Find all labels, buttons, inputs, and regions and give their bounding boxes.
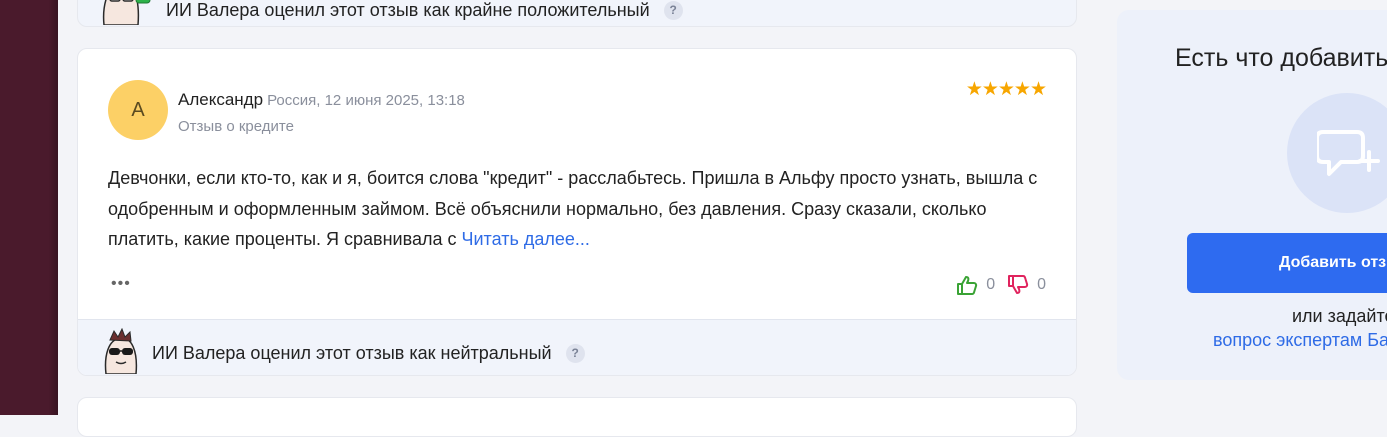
ask-question-text: или задайте <box>1292 306 1387 326</box>
add-review-title: Есть что добавить? <box>1175 44 1387 72</box>
review-subtitle-link[interactable]: Отзыв о кредите <box>178 118 294 135</box>
dislike-button[interactable]: 0 <box>1007 275 1046 295</box>
ai-valera-mascot-icon: $ <box>102 0 151 25</box>
ai-rating-row: $ ИИ Валера оценил этот отзыв как крайне… <box>96 0 683 25</box>
add-comment-illustration <box>1287 93 1387 213</box>
vote-controls: 0 0 <box>956 275 1046 295</box>
ai-valera-mascot-icon <box>104 328 138 374</box>
add-review-panel: Есть что добавить? Добавить отзыв или за… <box>1117 10 1387 380</box>
thumb-down-icon <box>1008 275 1029 294</box>
rating-stars: ★★★★★ <box>965 79 1047 100</box>
previous-review-card: $ ИИ Валера оценил этот отзыв как крайне… <box>77 0 1077 27</box>
like-count: 0 <box>986 276 996 293</box>
add-review-button[interactable]: Добавить отзыв <box>1187 233 1387 293</box>
ai-rating-help-button[interactable]: ? <box>565 343 585 363</box>
dislike-count: 0 <box>1037 276 1046 293</box>
ai-rating-row: ИИ Валера оценил этот отзыв как нейтраль… <box>100 328 585 374</box>
comment-plus-icon <box>1317 130 1380 176</box>
ai-rating-band: ИИ Валера оценил этот отзыв как нейтраль… <box>78 319 1076 375</box>
next-review-card <box>77 397 1077 437</box>
ai-rating-text: ИИ Валера оценил этот отзыв как нейтраль… <box>152 342 552 363</box>
review-meta: Россия, 12 июня 2025, 13:18 <box>267 92 465 109</box>
thumb-up-icon <box>957 276 978 295</box>
review-body: Девчонки, если кто-то, как и я, боится с… <box>108 163 1058 255</box>
ask-experts-link[interactable]: вопрос экспертам Банки.ру <box>1213 330 1387 351</box>
like-button[interactable]: 0 <box>956 275 995 295</box>
read-more-link[interactable]: Читать далее... <box>462 229 590 249</box>
review-author-line: Александр Россия, 12 июня 2025, 13:18 <box>178 90 465 110</box>
svg-text:$: $ <box>139 0 147 1</box>
ai-rating-help-button[interactable]: ? <box>663 0 683 20</box>
review-author-name[interactable]: Александр <box>178 90 263 109</box>
review-card: А Александр Россия, 12 июня 2025, 13:18 О… <box>77 48 1077 376</box>
avatar: А <box>108 80 168 140</box>
more-options-button[interactable]: ••• <box>111 275 131 293</box>
page-left-background <box>0 0 58 415</box>
ai-rating-text: ИИ Валера оценил этот отзыв как крайне п… <box>166 0 650 20</box>
